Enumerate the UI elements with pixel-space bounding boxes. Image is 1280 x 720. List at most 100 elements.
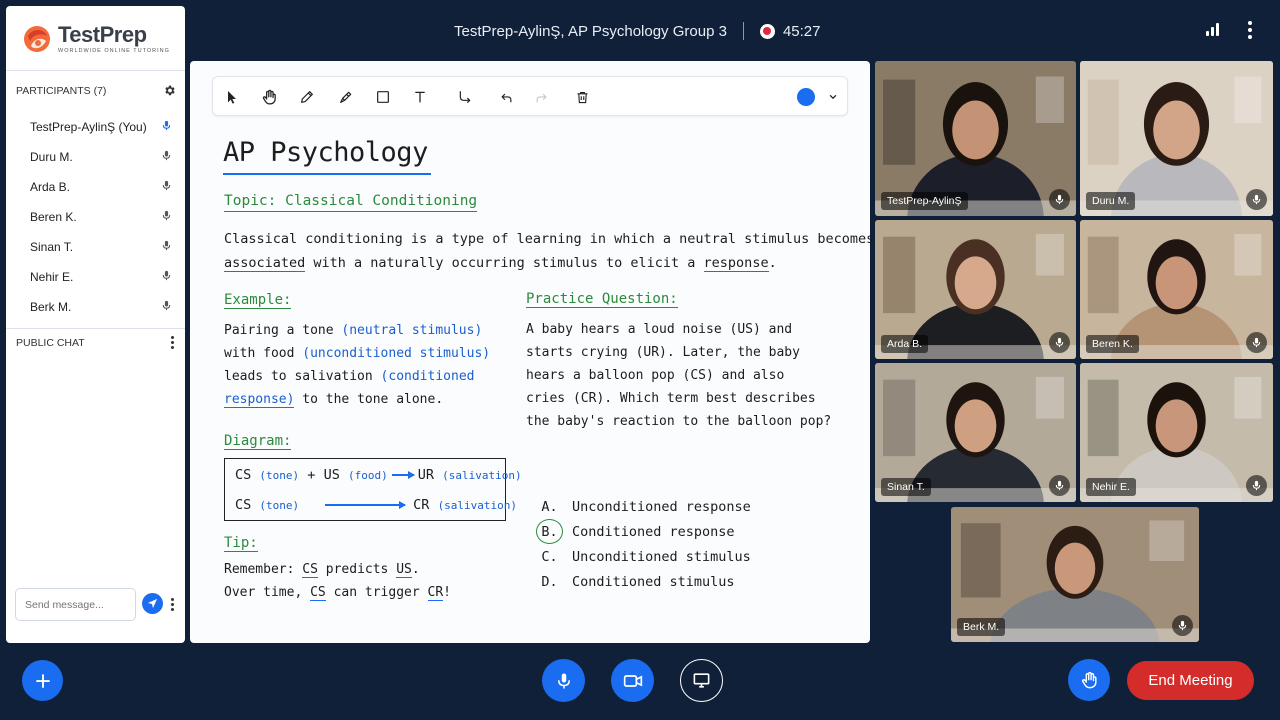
send-icon <box>147 598 158 609</box>
microphone-icon[interactable] <box>161 210 172 224</box>
microphone-icon <box>557 673 570 688</box>
redo-icon[interactable] <box>529 85 553 109</box>
tip-line: Over time, CS can trigger CR! <box>224 585 451 601</box>
participant-item[interactable]: Berk M. <box>6 292 185 322</box>
question-line: the baby's reaction to the balloon pop? <box>526 414 832 429</box>
logo: TestPrep WORLDWIDE ONLINE TUTORING <box>22 24 170 54</box>
option-letter: C. <box>541 548 558 565</box>
video-participant-name: Nehir E. <box>1086 478 1136 496</box>
question-line: A baby hears a loud noise (US) and <box>526 322 793 337</box>
option-text: Conditioned stimulus <box>572 573 735 590</box>
end-meeting-button[interactable]: End Meeting <box>1127 661 1254 700</box>
hand-icon[interactable] <box>257 85 281 109</box>
chat-message-input[interactable] <box>15 588 136 621</box>
share-screen-button[interactable] <box>680 659 723 702</box>
camera-button[interactable] <box>611 659 654 702</box>
option-text: Conditioned response <box>572 523 735 540</box>
example-line: with food (unconditioned stimulus) <box>224 346 491 361</box>
microphone-icon[interactable] <box>161 180 172 194</box>
marker-icon[interactable] <box>334 85 358 109</box>
microphone-button[interactable] <box>542 659 585 702</box>
participant-item[interactable]: TestPrep-AylinŞ (You) <box>6 112 185 142</box>
more-options-icon[interactable] <box>1244 20 1256 40</box>
whiteboard[interactable]: AP Psychology Topic: Classical Condition… <box>190 61 874 643</box>
cursor-icon[interactable] <box>220 85 244 109</box>
connector-icon[interactable] <box>453 85 477 109</box>
record-icon <box>759 23 775 39</box>
divider <box>6 70 185 71</box>
video-tile[interactable]: Berk M. <box>951 507 1199 642</box>
send-message-button[interactable] <box>142 593 163 614</box>
video-tile[interactable]: Beren K. <box>1080 220 1273 359</box>
raise-hand-button[interactable] <box>1068 659 1110 701</box>
add-button[interactable] <box>22 660 63 701</box>
video-participant-name: Berk M. <box>957 618 1006 636</box>
arrow-icon <box>391 471 415 478</box>
question-line: starts crying (UR). Later, the baby <box>526 345 800 360</box>
option-letter: A. <box>541 498 558 515</box>
raise-hand-icon <box>1081 671 1097 688</box>
conditioning-diagram: CS (tone) + US (food) UR (salivation) CS … <box>224 458 522 521</box>
topic-heading: Topic: Classical Conditioning <box>224 193 478 212</box>
participant-item[interactable]: Arda B. <box>6 172 185 202</box>
participant-name: Berk M. <box>30 300 72 314</box>
participants-header: PARTICIPANTS (7) <box>16 84 176 97</box>
microphone-icon[interactable] <box>161 120 172 134</box>
brand-tagline: WORLDWIDE ONLINE TUTORING <box>58 48 170 54</box>
answer-option[interactable]: C. Unconditioned stimulus <box>536 544 751 569</box>
rectangle-icon[interactable] <box>371 85 395 109</box>
video-tile[interactable]: TestPrep-AylinŞ <box>875 61 1076 216</box>
undo-icon[interactable] <box>494 85 518 109</box>
option-text: Unconditioned stimulus <box>572 548 751 565</box>
chat-options-icon[interactable] <box>168 336 176 349</box>
diagram-heading: Diagram: <box>224 433 292 450</box>
participant-item[interactable]: Nehir E. <box>6 262 185 292</box>
answer-option[interactable]: B. Conditioned response <box>536 519 735 544</box>
meeting-timer: 45:27 <box>782 22 821 40</box>
participant-item[interactable]: Duru M. <box>6 142 185 172</box>
option-text: Unconditioned response <box>572 498 751 515</box>
chat-more-icon[interactable] <box>168 598 176 611</box>
question-line: cries (CR). Which term best describes <box>526 391 816 406</box>
tip-line: Remember: CS predicts US. <box>224 562 420 578</box>
video-tile[interactable]: Sinan T. <box>875 363 1076 502</box>
microphone-icon <box>1172 615 1193 636</box>
microphone-icon[interactable] <box>161 300 172 314</box>
video-tile[interactable]: Arda B. <box>875 220 1076 359</box>
microphone-icon <box>1049 332 1070 353</box>
logo-mark-icon <box>24 26 50 52</box>
color-picker-swatch[interactable] <box>797 88 815 106</box>
meeting-header: TestPrep-AylinŞ, AP Psychology Group 3 4… <box>454 20 820 42</box>
participant-name: TestPrep-AylinŞ (You) <box>30 120 147 134</box>
video-participant-name: Sinan T. <box>881 478 931 496</box>
microphone-icon[interactable] <box>161 270 172 284</box>
participants-heading: PARTICIPANTS (7) <box>16 84 107 97</box>
trash-icon[interactable] <box>570 85 594 109</box>
top-bar: TestPrep-AylinŞ, AP Psychology Group 3 4… <box>190 0 1280 60</box>
microphone-icon <box>1246 332 1267 353</box>
settings-gear-icon[interactable] <box>163 84 176 97</box>
example-line: response) to the tone alone. <box>224 392 444 408</box>
answer-option[interactable]: D. Conditioned stimulus <box>536 569 735 594</box>
participant-item[interactable]: Sinan T. <box>6 232 185 262</box>
participant-name: Beren K. <box>30 210 77 224</box>
video-tile[interactable]: Nehir E. <box>1080 363 1273 502</box>
whiteboard-title: AP Psychology <box>223 137 431 175</box>
meeting-title: TestPrep-AylinŞ, AP Psychology Group 3 <box>454 22 727 40</box>
pencil-icon[interactable] <box>295 85 319 109</box>
video-tile[interactable]: Duru M. <box>1080 61 1273 216</box>
header-divider <box>742 22 744 40</box>
microphone-icon[interactable] <box>161 240 172 254</box>
participant-item[interactable]: Beren K. <box>6 202 185 232</box>
definition-line-1: Classical conditioning is a type of lear… <box>224 231 875 247</box>
video-participant-name: Arda B. <box>881 335 929 353</box>
answer-option[interactable]: A. Unconditioned response <box>536 494 751 519</box>
chat-heading: PUBLIC CHAT <box>16 336 85 349</box>
text-icon[interactable] <box>408 85 432 109</box>
whiteboard-toolbar <box>212 76 848 116</box>
microphone-icon[interactable] <box>161 150 172 164</box>
signal-strength-icon[interactable] <box>1206 22 1219 36</box>
microphone-icon <box>1246 475 1267 496</box>
plus-icon <box>35 673 50 688</box>
chevron-down-icon[interactable] <box>821 85 845 109</box>
